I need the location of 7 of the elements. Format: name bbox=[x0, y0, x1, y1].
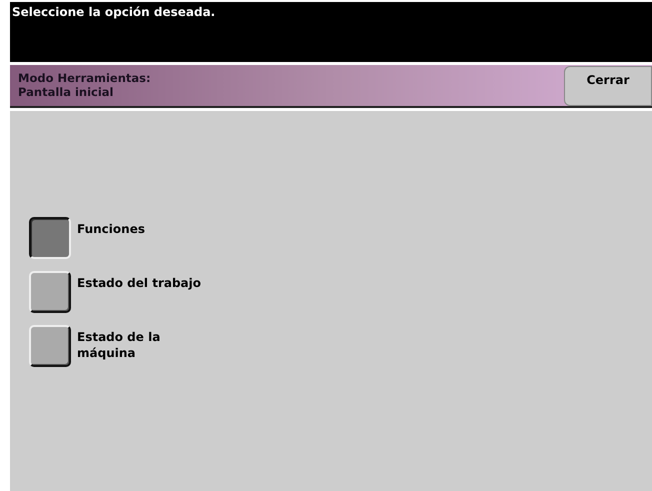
close-button[interactable]: Cerrar bbox=[564, 66, 652, 106]
option-button[interactable] bbox=[29, 217, 71, 259]
option-label: Funciones bbox=[77, 221, 145, 237]
option-label: Estado de la máquina bbox=[77, 329, 160, 361]
message-text: Seleccione la opción deseada. bbox=[12, 5, 216, 19]
screen-title: Modo Herramientas: Pantalla inicial bbox=[17, 70, 151, 101]
option-label: Estado del trabajo bbox=[77, 275, 202, 291]
